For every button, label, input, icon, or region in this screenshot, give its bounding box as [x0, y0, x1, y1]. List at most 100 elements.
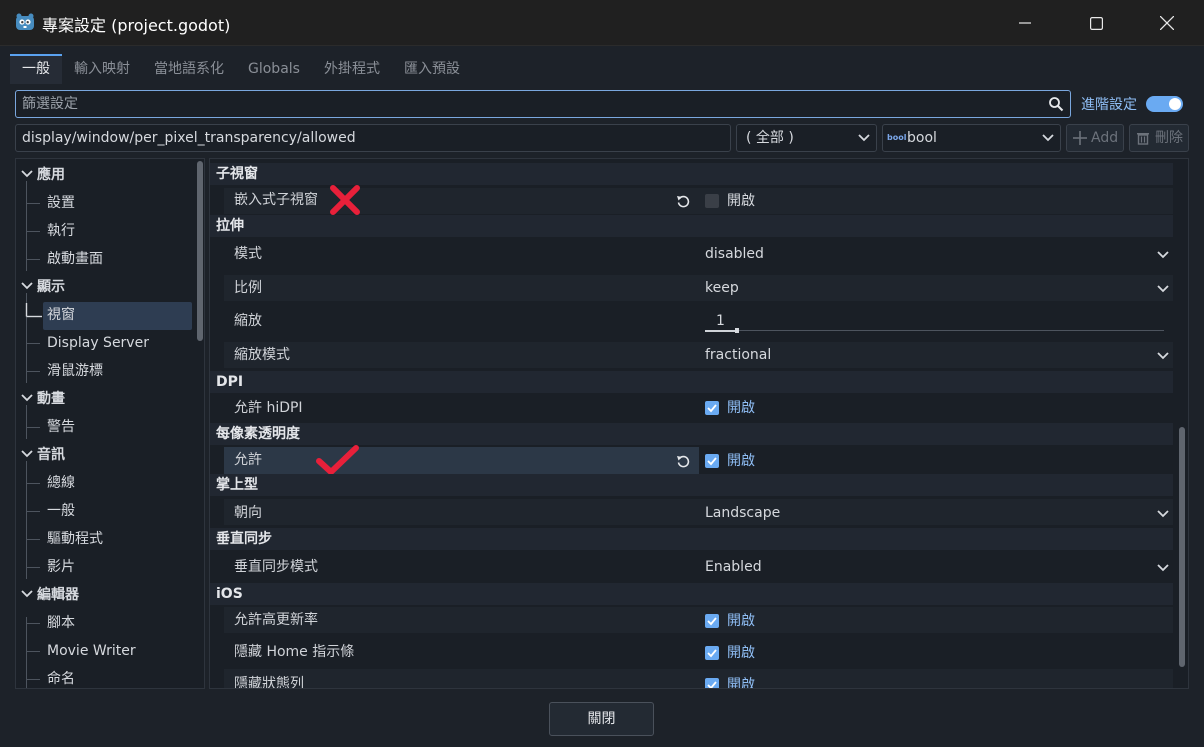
close-dialog-button[interactable]: 關閉: [549, 702, 654, 736]
setting-path-input[interactable]: display/window/per_pixel_transparency/al…: [15, 124, 731, 152]
property-scale-label: 縮放: [234, 313, 262, 329]
settings-category-tree: 應用 設置 執行 啟動畫面 顯示 視窗 Display Server 滑鼠游標 …: [15, 158, 205, 689]
tree-category-editor[interactable]: 編輯器: [21, 584, 79, 606]
chevron-down-icon[interactable]: [1157, 284, 1169, 294]
tree-category-audio[interactable]: 音訊: [21, 444, 65, 466]
chevron-down-icon[interactable]: [1157, 351, 1169, 361]
tree-item-run[interactable]: 執行: [47, 220, 75, 242]
chevron-down-icon[interactable]: [1157, 250, 1169, 260]
allow-hidpi-checkbox[interactable]: [705, 401, 719, 415]
minimize-icon: [1019, 22, 1031, 24]
minimize-button[interactable]: [990, 0, 1060, 46]
tab-import-defaults[interactable]: 匯入預設: [392, 54, 472, 84]
property-hide-home-indicator-label: 隱藏 Home 指示條: [234, 644, 355, 660]
section-header: [210, 215, 1173, 237]
tree-item-mouse-cursor[interactable]: 滑鼠游標: [47, 360, 103, 382]
checkbox-label: 開啟: [727, 613, 755, 629]
section-header: [210, 474, 1173, 496]
delete-button-label: 刪除: [1155, 130, 1183, 146]
tab-plugins[interactable]: 外掛程式: [312, 54, 392, 84]
category-select[interactable]: ( 全部 ): [736, 124, 877, 152]
table-row: [224, 188, 1173, 214]
tab-localization[interactable]: 當地語系化: [142, 54, 236, 84]
tree-item-script[interactable]: 腳本: [47, 612, 75, 634]
maximize-button[interactable]: [1061, 0, 1131, 46]
checkmark-icon: [707, 617, 717, 626]
scale-mode-dropdown[interactable]: fractional: [705, 344, 771, 366]
tab-general[interactable]: 一般: [10, 54, 62, 84]
section-title-handheld: 掌上型: [216, 477, 258, 493]
revert-icon[interactable]: [676, 454, 690, 468]
chevron-down-icon[interactable]: [1157, 509, 1169, 519]
tree-item-display-server[interactable]: Display Server: [47, 332, 149, 354]
chevron-down-icon: [21, 170, 33, 178]
add-button-label: Add: [1091, 130, 1119, 146]
tree-label: 動畫: [37, 391, 65, 407]
tree-category-application[interactable]: 應用: [21, 164, 65, 186]
chevron-down-icon: [21, 450, 33, 458]
property-mode-label: 模式: [234, 246, 262, 262]
tab-globals[interactable]: Globals: [236, 54, 312, 84]
selected-row-highlight[interactable]: [224, 447, 699, 475]
tree-item-buses[interactable]: 總線: [47, 472, 75, 494]
property-allowed-label: 允許: [234, 452, 262, 468]
advanced-settings-label[interactable]: 進階設定: [1081, 94, 1137, 114]
checkbox-label: 開啟: [727, 453, 755, 469]
type-select-value: bool: [907, 130, 937, 146]
close-window-button[interactable]: [1132, 0, 1202, 46]
checkbox-label: 開啟: [727, 677, 755, 689]
tree-item-naming[interactable]: 命名: [47, 668, 75, 688]
tree-label: 音訊: [37, 447, 65, 463]
property-hide-status-bar-label: 隱藏狀態列: [234, 676, 304, 689]
filter-settings-input[interactable]: 篩選設定: [15, 90, 1071, 118]
red-cross-mark-icon: [330, 185, 360, 215]
table-row: [224, 275, 1173, 301]
tree-scrollbar[interactable]: [197, 161, 203, 341]
chevron-down-icon[interactable]: [1157, 563, 1169, 573]
settings-tabs: 一般 輸入映射 當地語系化 Globals 外掛程式 匯入預設: [10, 54, 472, 84]
checkbox-label: 開啟: [727, 645, 755, 661]
tree-item-movie-writer[interactable]: Movie Writer: [47, 640, 136, 662]
chevron-down-icon: [21, 590, 33, 598]
mode-dropdown[interactable]: disabled: [705, 243, 764, 265]
aspect-dropdown[interactable]: keep: [705, 277, 739, 299]
orientation-dropdown[interactable]: Landscape: [705, 502, 780, 524]
advanced-settings-toggle[interactable]: [1146, 96, 1183, 112]
hide-status-bar-checkbox[interactable]: [705, 678, 719, 688]
scale-value[interactable]: 1: [716, 310, 725, 332]
allow-high-refresh-checkbox[interactable]: [705, 614, 719, 628]
scale-slider-handle[interactable]: [735, 328, 739, 333]
search-icon[interactable]: [1048, 96, 1064, 112]
tree-item-driver[interactable]: 驅動程式: [47, 528, 103, 550]
add-setting-button[interactable]: Add: [1066, 124, 1124, 152]
chevron-down-icon: [1042, 134, 1054, 142]
type-select[interactable]: bool bool: [882, 124, 1061, 152]
checkbox-label: 開啟: [727, 193, 755, 209]
tree-item-video[interactable]: 影片: [47, 556, 75, 578]
property-vsync-mode-label: 垂直同步模式: [234, 559, 318, 575]
tree-item-general[interactable]: 一般: [47, 500, 75, 522]
tab-input-map[interactable]: 輸入映射: [62, 54, 142, 84]
maximize-icon: [1089, 16, 1103, 30]
tree-item-warnings[interactable]: 警告: [47, 416, 75, 438]
allowed-checkbox[interactable]: [705, 454, 719, 468]
tree-category-animation[interactable]: 動畫: [21, 388, 65, 410]
section-title-per-pixel-transparency: 每像素透明度: [216, 426, 300, 442]
section-header: [210, 583, 1173, 605]
settings-scrollbar[interactable]: [1179, 427, 1185, 667]
chevron-down-icon: [21, 282, 33, 290]
hide-home-indicator-checkbox[interactable]: [705, 646, 719, 660]
scale-slider-track[interactable]: [705, 330, 1164, 331]
revert-icon[interactable]: [676, 194, 690, 208]
tree-item-config[interactable]: 設置: [47, 192, 75, 214]
tree-item-boot-splash[interactable]: 啟動畫面: [47, 248, 103, 270]
tree-label: 應用: [37, 167, 65, 183]
tree-label: 顯示: [37, 279, 65, 295]
tree-category-display[interactable]: 顯示: [21, 276, 65, 298]
tree-item-window[interactable]: 視窗: [47, 304, 75, 326]
property-orientation-label: 朝向: [234, 505, 262, 521]
vsync-mode-dropdown[interactable]: Enabled: [705, 556, 762, 578]
embed-subwindows-checkbox[interactable]: [705, 194, 719, 208]
bool-type-icon: bool: [887, 133, 907, 142]
delete-setting-button[interactable]: 刪除: [1129, 124, 1189, 152]
